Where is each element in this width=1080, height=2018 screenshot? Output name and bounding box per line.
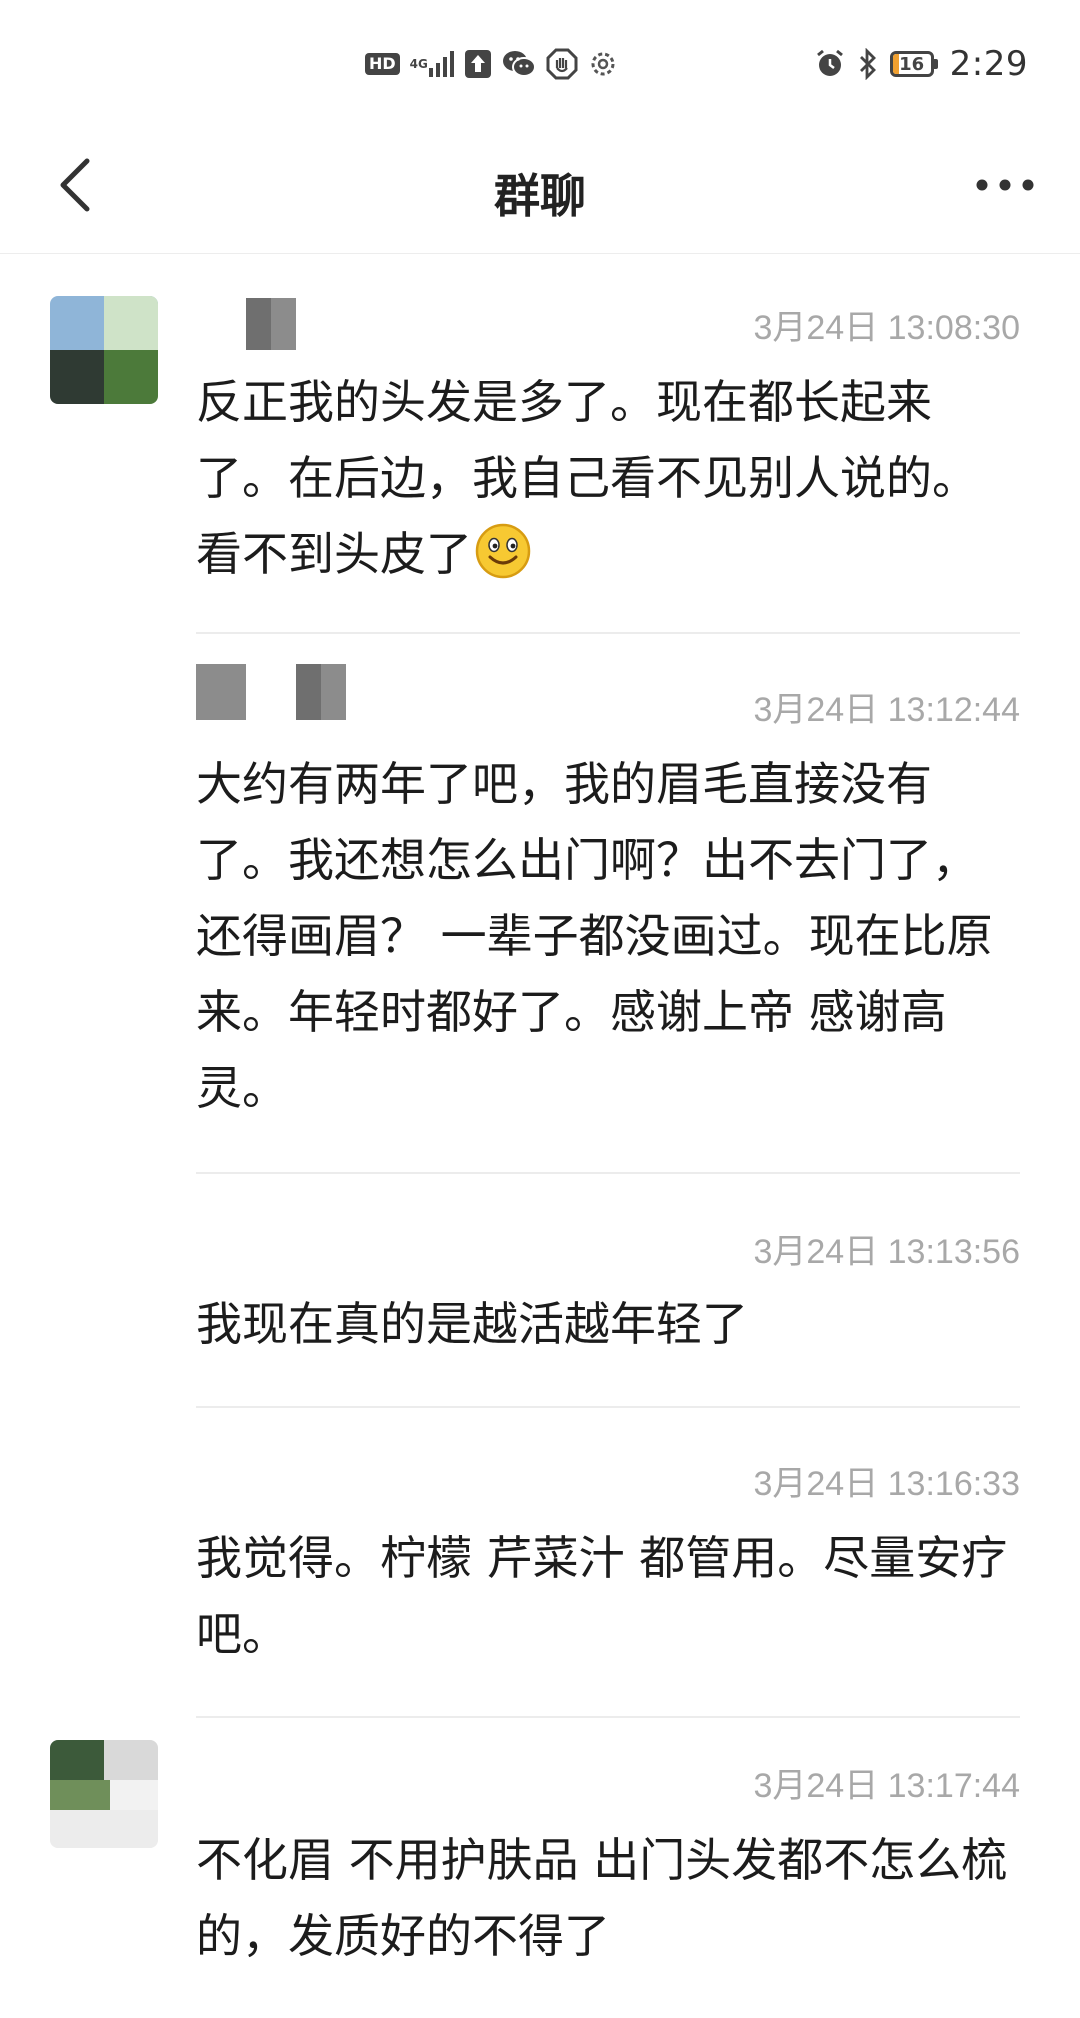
wechat-icon — [502, 49, 536, 79]
chat-message-list: 3月24日 13:08:30 反正我的头发是多了。现在都长起来了。在后边，我自己… — [0, 254, 1080, 2018]
battery-icon: 16 — [889, 51, 938, 77]
message-text: 大约有两年了吧，我的眉毛直接没有了。我还想怎么出门啊？出不去门了，还得画眉？ 一… — [196, 757, 993, 1115]
settings-gear-icon — [588, 49, 618, 79]
message-text: 不化眉 不用护肤品 出门头发都不怎么梳的，发质好的不得了 — [196, 1833, 1008, 1963]
page-title: 群聊 — [494, 169, 586, 223]
message-timestamp: 3月24日 13:12:44 — [753, 691, 1020, 729]
battery-level-text: 16 — [899, 53, 925, 75]
message-text: 我觉得。柠檬 芹菜汁 都管用。尽量安疗吧。 — [196, 1531, 1008, 1661]
avatar[interactable] — [50, 296, 158, 404]
more-options-button[interactable] — [970, 150, 1040, 220]
message-text-content: 反正我的头发是多了。现在都长起来了。在后边，我自己看不见别人说的。看不到头皮了 — [196, 375, 978, 581]
signal-icon: 4G — [410, 50, 454, 78]
message-timestamp: 3月24日 13:08:30 — [753, 309, 1020, 347]
sender-name-redacted — [196, 298, 296, 350]
smile-emoji-icon — [474, 522, 532, 602]
status-time: 2:29 — [949, 44, 1028, 84]
more-dots-icon — [976, 179, 1034, 191]
upload-notification-icon — [464, 49, 492, 79]
message-timestamp: 3月24日 13:17:44 — [753, 1767, 1020, 1805]
message-text: 我现在真的是越活越年轻了 — [196, 1297, 748, 1351]
message-text: 反正我的头发是多了。现在都长起来了。在后边，我自己看不见别人说的。看不到头皮了 — [196, 364, 1016, 602]
alarm-icon — [814, 48, 846, 80]
hd-voice-icon: HD — [365, 53, 400, 75]
message-timestamp: 3月24日 13:13:56 — [753, 1233, 1020, 1271]
status-bar: HD 4G 16 2:29 — [0, 0, 1080, 120]
bluetooth-icon — [858, 48, 878, 80]
status-right-icons: 16 2:29 — [814, 40, 1028, 88]
network-type-label: 4G — [409, 57, 428, 71]
avatar[interactable] — [50, 1740, 158, 1848]
message-item: 3月24日 13:16:33 我觉得。柠檬 芹菜汁 都管用。尽量安疗吧。 — [0, 1408, 1080, 1718]
message-item: 3月24日 13:17:44 不化眉 不用护肤品 出门头发都不怎么梳的，发质好的… — [0, 1718, 1080, 2018]
message-timestamp: 3月24日 13:16:33 — [753, 1465, 1020, 1503]
privacy-shield-icon — [546, 48, 578, 80]
message-item: 3月24日 13:12:44 大约有两年了吧，我的眉毛直接没有了。我还想怎么出门… — [0, 634, 1080, 1174]
message-item: 3月24日 13:08:30 反正我的头发是多了。现在都长起来了。在后边，我自己… — [0, 254, 1080, 634]
message-item: 3月24日 13:13:56 我现在真的是越活越年轻了 — [0, 1174, 1080, 1408]
status-left-icons: HD 4G — [365, 44, 618, 84]
nav-bar: 群聊 — [0, 120, 1080, 254]
sender-name-redacted — [196, 664, 346, 720]
